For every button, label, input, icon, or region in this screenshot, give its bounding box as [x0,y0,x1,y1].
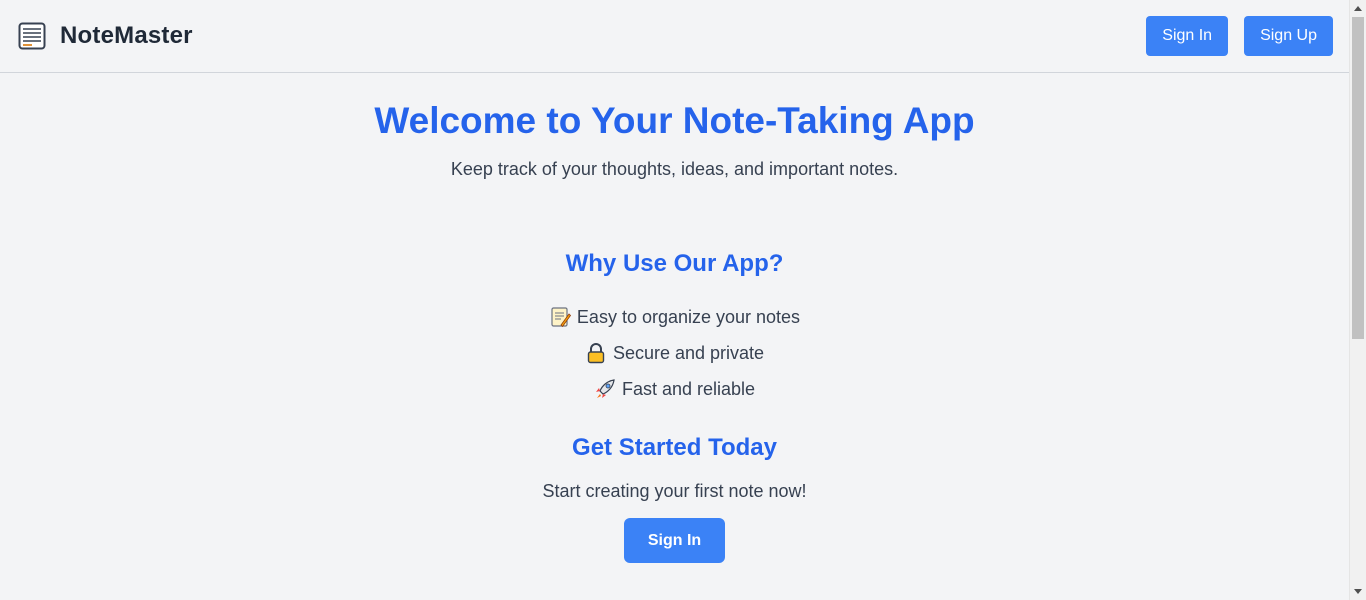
brand-name: NoteMaster [60,22,193,49]
feature-label: Secure and private [612,343,765,363]
feature-label: Easy to organize your notes [576,307,801,327]
features-list: Easy to organize your notes Secure and p… [0,299,1349,407]
sign-in-button[interactable]: Sign In [1146,16,1229,56]
page: NoteMaster Sign In Sign Up Welcome to Yo… [0,0,1349,600]
features-section: Why Use Our App? Easy to organize your n… [0,249,1349,407]
scrollbar-thumb[interactable] [1352,17,1364,339]
scroll-up-icon[interactable] [1354,6,1362,11]
cta-subtitle: Start creating your first note now! [542,481,807,501]
notepad-icon [18,22,46,50]
main-content: Welcome to Your Note-Taking App Keep tra… [0,73,1349,563]
top-navbar: NoteMaster Sign In Sign Up [0,0,1349,73]
vertical-scrollbar[interactable] [1349,0,1366,600]
list-item: Secure and private [0,335,1349,371]
rocket-icon [595,379,615,398]
page-title: Welcome to Your Note-Taking App [374,100,975,141]
cta-heading: Get Started Today [572,434,777,461]
cta-section: Get Started Today Start creating your fi… [0,433,1349,563]
scroll-down-icon[interactable] [1354,589,1362,594]
hero-section: Welcome to Your Note-Taking App Keep tra… [0,73,1349,181]
sign-up-button[interactable]: Sign Up [1244,16,1333,56]
lock-icon [587,343,605,364]
cta-sign-in-button[interactable]: Sign In [623,518,726,563]
memo-icon [551,307,571,328]
auth-buttons: Sign In Sign Up [1146,16,1333,56]
cta-button-wrapper: Sign In [0,518,1349,563]
list-item: Fast and reliable [0,371,1349,407]
brand[interactable]: NoteMaster [18,22,193,50]
features-heading: Why Use Our App? [565,250,784,277]
feature-label: Fast and reliable [621,379,756,399]
list-item: Easy to organize your notes [0,299,1349,335]
hero-subtitle: Keep track of your thoughts, ideas, and … [450,159,899,179]
